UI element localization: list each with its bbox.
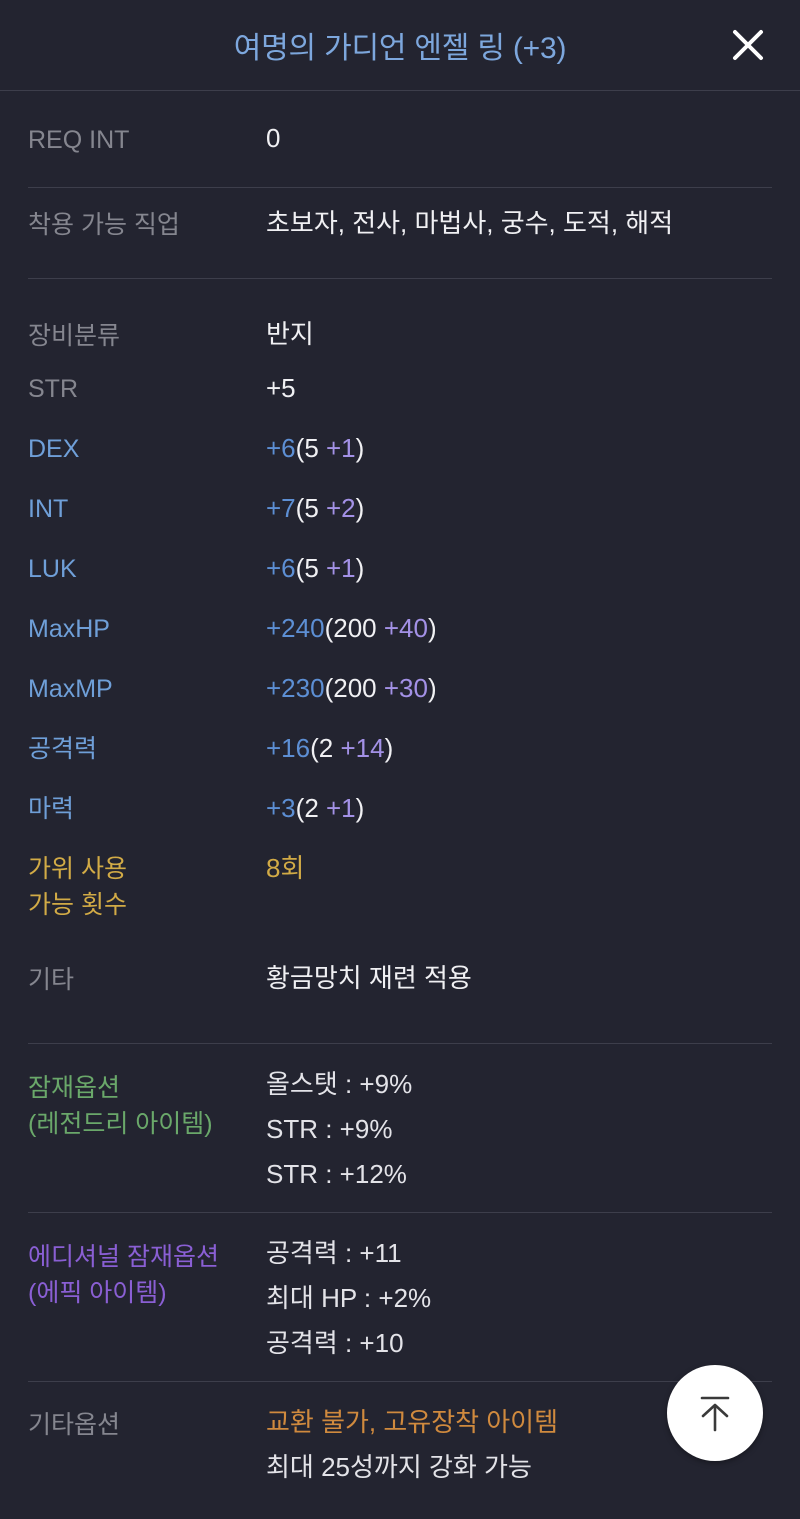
row-value: 8회: [266, 853, 305, 883]
panel-header: 여명의 가디언 엔젤 링 (+3): [0, 0, 800, 90]
row-maxmp: MaxMP +230(200 +30): [0, 659, 800, 719]
stat-paren-close: ): [384, 733, 394, 763]
row-label: MaxHP: [28, 615, 110, 643]
row-label: 마력: [28, 795, 75, 823]
list-item: STR : +12%: [266, 1159, 407, 1189]
row-etc: 기타 황금망치 재련 적용: [0, 941, 800, 1025]
stat-base: (200: [324, 613, 384, 643]
stat-bonus: +6: [266, 433, 296, 463]
stat-base: (5: [295, 553, 326, 583]
close-icon: [730, 27, 766, 63]
stat-bonus: +7: [266, 493, 296, 523]
row-value: 공격력 : +11 최대 HP : +2% 공격력 : +10: [266, 1213, 772, 1366]
row-label: 에디셔널 잠재옵션 (에픽 아이템): [28, 1243, 219, 1307]
stat-base: (5: [295, 433, 326, 463]
row-scissor-uses: 가위 사용 가능 횟수 8회: [0, 839, 800, 941]
stat-increment: +1: [326, 793, 356, 823]
row-req-int: REQ INT 0: [0, 91, 800, 187]
row-value: 황금망치 재련 적용: [266, 963, 472, 993]
row-label: 장비분류: [28, 322, 121, 350]
list-item: 최대 HP : +2%: [266, 1283, 432, 1313]
row-dex: DEX +6(5 +1): [0, 419, 800, 479]
row-label: 기타: [28, 966, 75, 994]
panel-body: REQ INT 0 착용 가능 직업 초보자, 전사, 마법사, 궁수, 도적,…: [0, 91, 800, 1512]
row-value: +6(5 +1): [266, 419, 772, 465]
row-value: +3(2 +1): [266, 779, 772, 825]
row-value: +230(200 +30): [266, 659, 772, 705]
row-value: 0: [266, 123, 281, 153]
row-int: INT +7(5 +2): [0, 479, 800, 539]
row-value: 올스탯 : +9% STR : +9% STR : +12%: [266, 1044, 772, 1197]
row-label: 기타옵션: [28, 1411, 121, 1439]
scroll-to-top-icon: [692, 1389, 738, 1437]
list-item: 공격력 : +11: [266, 1238, 402, 1268]
stat-bonus: +6: [266, 553, 296, 583]
stat-paren-close: ): [355, 793, 365, 823]
stat-increment: +30: [383, 673, 428, 703]
row-maxhp: MaxHP +240(200 +40): [0, 599, 800, 659]
stat-base: (5: [295, 493, 326, 523]
list-item: 올스탯 : +9%: [266, 1069, 413, 1099]
stat-increment: +14: [340, 733, 385, 763]
row-value: +5: [266, 373, 296, 403]
row-potential-options: 잠재옵션 (레전드리 아이템) 올스탯 : +9% STR : +9% STR …: [0, 1044, 800, 1212]
stat-bonus: +3: [266, 793, 296, 823]
stat-base: (2: [310, 733, 341, 763]
row-value: +240(200 +40): [266, 599, 772, 645]
stat-paren-close: ): [355, 553, 365, 583]
row-additional-potential-options: 에디셔널 잠재옵션 (에픽 아이템) 공격력 : +11 최대 HP : +2%…: [0, 1213, 800, 1381]
additional-potential-option-list: 공격력 : +11 최대 HP : +2% 공격력 : +10: [266, 1231, 772, 1366]
row-magic-power: 마력 +3(2 +1): [0, 779, 800, 839]
row-label: 착용 가능 직업: [28, 211, 180, 239]
row-label: LUK: [28, 555, 77, 583]
stat-paren-close: ): [427, 613, 437, 643]
row-equippable-jobs: 착용 가능 직업 초보자, 전사, 마법사, 궁수, 도적, 해적: [0, 188, 800, 278]
stat-increment: +40: [383, 613, 428, 643]
stat-increment: +2: [326, 493, 356, 523]
stat-base: (200: [324, 673, 384, 703]
row-value: 초보자, 전사, 마법사, 궁수, 도적, 해적: [266, 208, 674, 238]
row-label: 공격력: [28, 735, 98, 763]
stat-increment: +1: [326, 553, 356, 583]
stat-bonus: +240: [266, 613, 325, 643]
row-label: REQ INT: [28, 126, 130, 154]
item-detail-panel: 여명의 가디언 엔젤 링 (+3) REQ INT 0 착용 가능 직업 초보자…: [0, 0, 800, 1519]
stat-increment: +1: [326, 433, 356, 463]
row-value: +6(5 +1): [266, 539, 772, 585]
list-item: STR : +9%: [266, 1114, 393, 1144]
stat-bonus: +230: [266, 673, 325, 703]
page-title: 여명의 가디언 엔젤 링 (+3): [233, 32, 567, 65]
stat-paren-close: ): [355, 433, 365, 463]
row-value: 반지: [266, 319, 314, 349]
row-luk: LUK +6(5 +1): [0, 539, 800, 599]
stat-bonus: +16: [266, 733, 311, 763]
stat-paren-close: ): [427, 673, 437, 703]
row-label: 가위 사용 가능 횟수: [28, 855, 127, 919]
row-label: MaxMP: [28, 675, 113, 703]
close-button[interactable]: [722, 19, 774, 71]
row-value: +16(2 +14): [266, 719, 772, 765]
row-label: STR: [28, 375, 78, 403]
row-label: INT: [28, 495, 69, 523]
scroll-to-top-button[interactable]: [667, 1365, 763, 1461]
stat-base: (2: [295, 793, 326, 823]
list-item: 공격력 : +10: [266, 1328, 404, 1358]
row-label: 잠재옵션 (레전드리 아이템): [28, 1074, 213, 1138]
row-label: DEX: [28, 435, 80, 463]
row-equip-type: 장비분류 반지: [0, 297, 800, 359]
row-str: STR +5: [0, 359, 800, 419]
stat-paren-close: ): [355, 493, 365, 523]
row-attack-power: 공격력 +16(2 +14): [0, 719, 800, 779]
potential-option-list: 올스탯 : +9% STR : +9% STR : +12%: [266, 1062, 772, 1197]
row-value: +7(5 +2): [266, 479, 772, 525]
